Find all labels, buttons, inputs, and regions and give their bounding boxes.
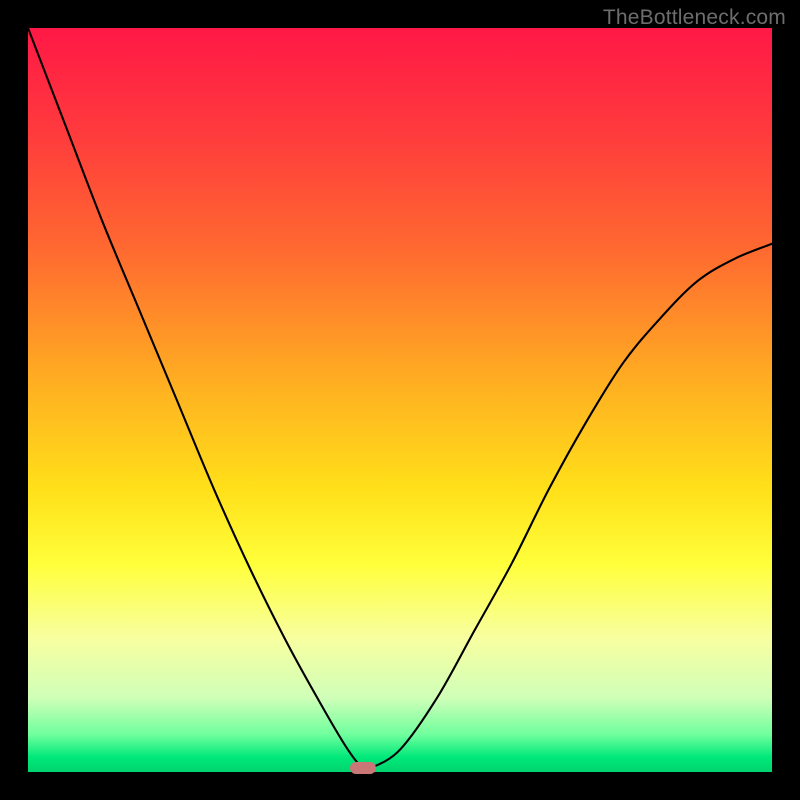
optimum-marker bbox=[350, 762, 376, 774]
watermark-text: TheBottleneck.com bbox=[603, 6, 786, 30]
plot-area bbox=[28, 28, 772, 772]
chart-container: TheBottleneck.com bbox=[0, 0, 800, 800]
bottleneck-curve bbox=[28, 28, 772, 771]
curve-svg bbox=[28, 28, 772, 772]
